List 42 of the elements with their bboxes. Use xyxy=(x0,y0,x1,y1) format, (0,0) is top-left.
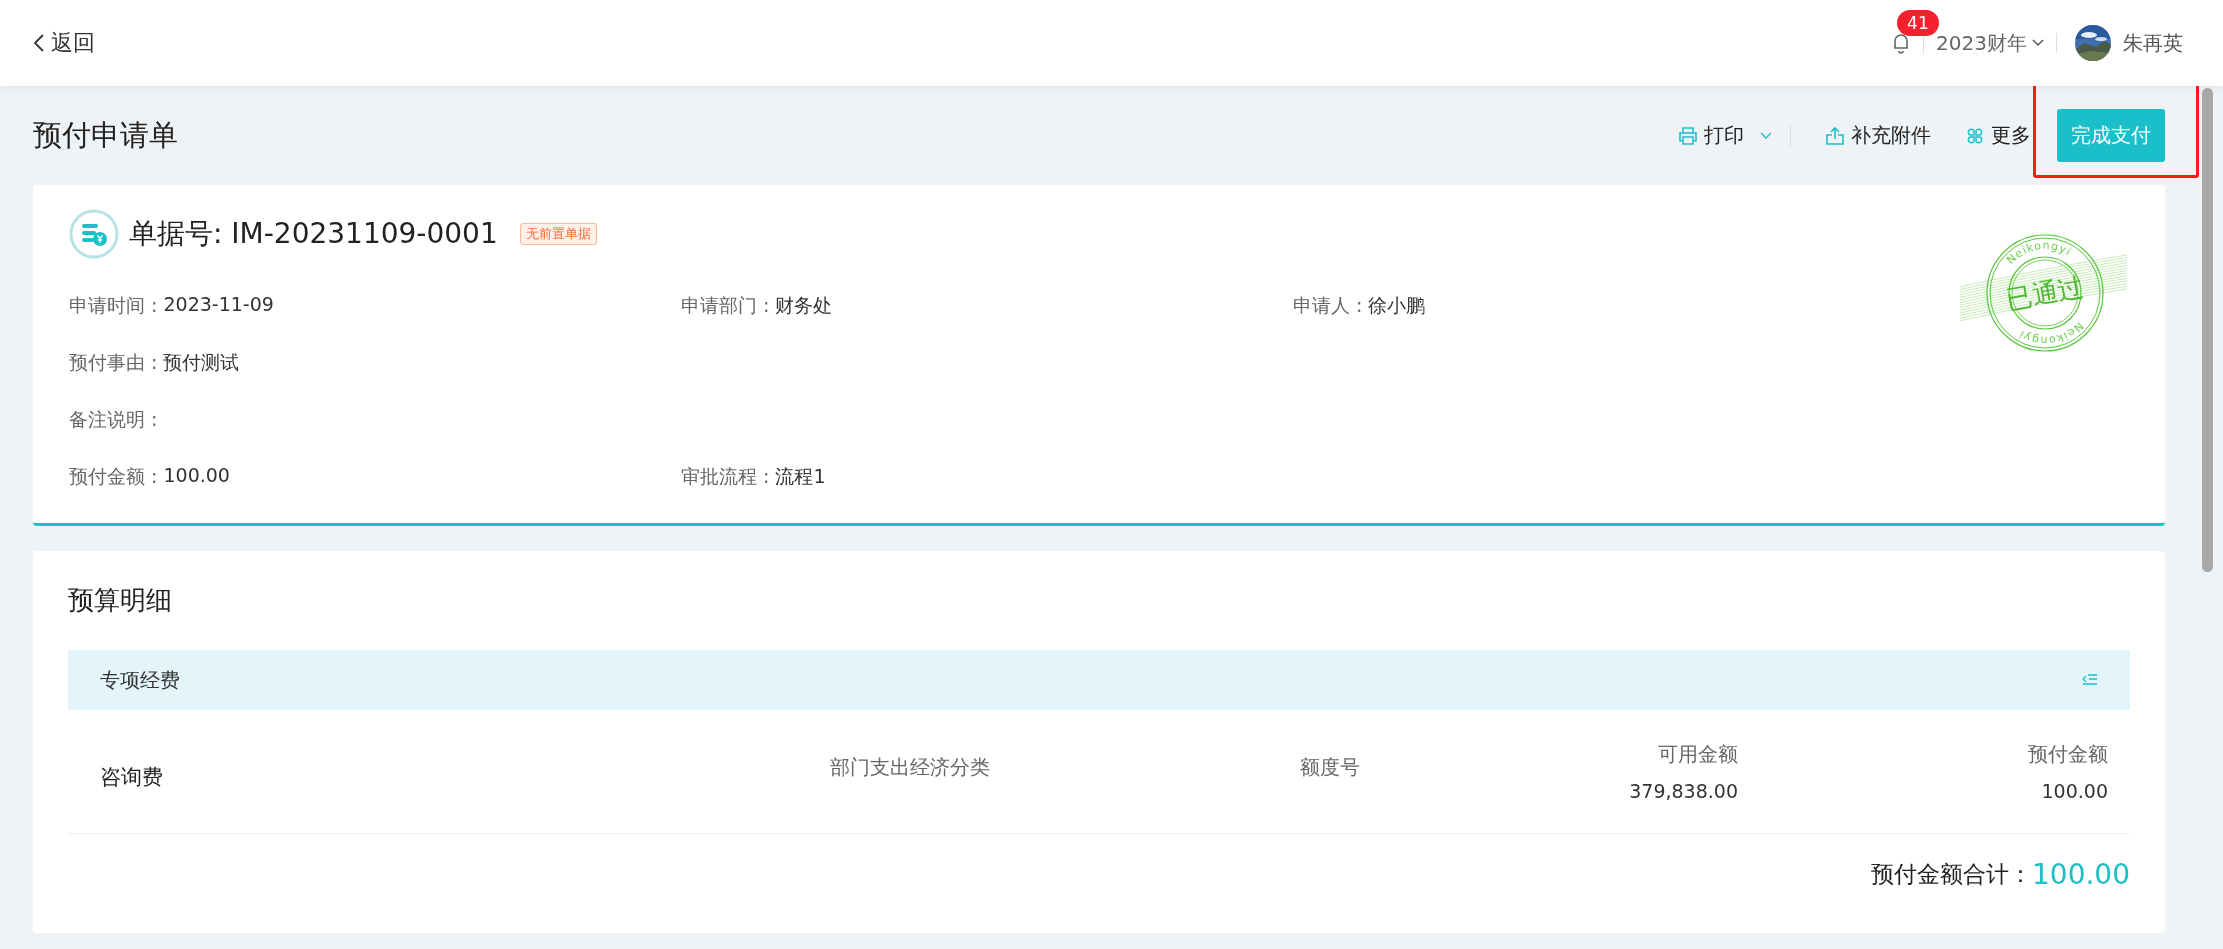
upload-icon xyxy=(1825,125,1845,146)
field-value: 徐小鹏 xyxy=(1368,292,1426,318)
field-label: 申请部门 : xyxy=(681,292,770,318)
group-name: 专项经费 xyxy=(100,666,180,694)
item-name: 咨询费 xyxy=(99,763,164,791)
stamp-text: 已通过 xyxy=(2004,271,2086,315)
notification-badge: 41 xyxy=(1897,10,1939,36)
toolbar-button[interactable]: 打印 xyxy=(1678,122,1772,149)
status-tag: 无前置单据 xyxy=(519,223,597,245)
amount-label: 可用金额 xyxy=(1658,741,1738,768)
field-label: 预付金额 : xyxy=(69,463,158,489)
printer-icon xyxy=(1678,125,1698,146)
field-label: 备注说明 : xyxy=(69,406,158,432)
back-button[interactable]: 返回 xyxy=(33,28,95,58)
field-value: 流程1 xyxy=(775,463,826,489)
caret-icon xyxy=(2032,39,2044,47)
category-label: 部门支出经济分类 xyxy=(830,754,991,781)
section-title: 预算明细 xyxy=(68,584,173,617)
fiscal-year-dropdown[interactable]: 2023财年 xyxy=(1936,29,2044,57)
scrollbar-thumb[interactable] xyxy=(2202,88,2213,572)
total-label: 预付金额合计： xyxy=(1871,859,2032,889)
field-value: 财务处 xyxy=(775,292,833,318)
field-label: 申请时间 : xyxy=(69,292,158,318)
field-value: 2023-11-09 xyxy=(163,292,274,317)
document-number: 单据号: IM-20231109-0001 xyxy=(129,216,498,252)
field-label: 申请人 : xyxy=(1293,292,1363,318)
page-title: 预付申请单 xyxy=(33,116,178,154)
amount-value: 379,838.00 xyxy=(1629,780,1738,802)
coins-icon xyxy=(69,209,119,259)
amount-label: 预付金额 xyxy=(2028,741,2108,768)
quota-label: 额度号 xyxy=(1300,754,1361,781)
amount-value: 100.00 xyxy=(2041,780,2108,802)
chevron-left-icon xyxy=(33,33,45,53)
user-name[interactable]: 朱再英 xyxy=(2123,29,2183,57)
collapse-icon[interactable] xyxy=(2082,674,2098,686)
field-value: 100.00 xyxy=(163,463,230,488)
field-label: 审批流程 : xyxy=(681,463,770,489)
total-value: 100.00 xyxy=(2032,857,2130,891)
toolbar-button[interactable]: 更多 xyxy=(1965,122,2031,149)
field-value: 预付测试 xyxy=(163,349,240,375)
toolbar-button[interactable]: 补充附件 xyxy=(1825,122,1931,149)
field-label: 预付事由 : xyxy=(69,349,158,375)
